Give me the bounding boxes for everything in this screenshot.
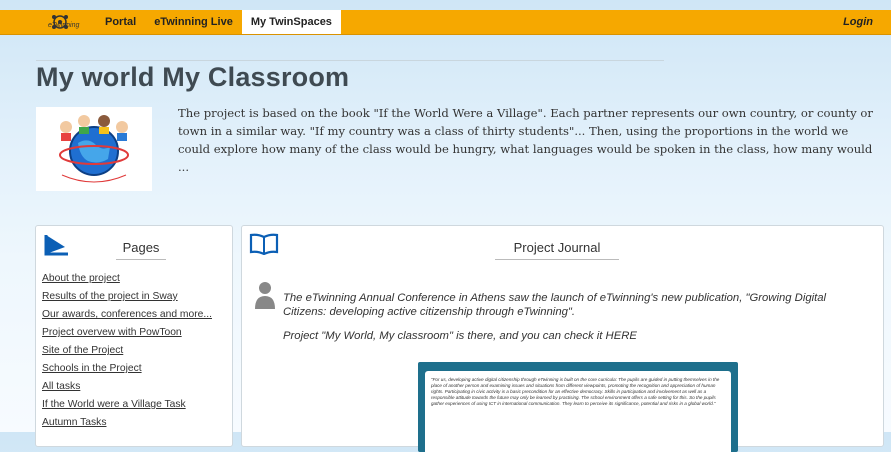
- project-logo-image: [59, 115, 129, 183]
- page-link-schools[interactable]: Schools in the Project: [42, 362, 226, 375]
- user-avatar-icon: [255, 282, 275, 309]
- nav-portal[interactable]: Portal: [96, 10, 145, 34]
- page-link-all-tasks[interactable]: All tasks: [42, 380, 226, 393]
- journal-post-link-text[interactable]: Project "My World, My classroom" is ther…: [283, 330, 637, 342]
- journal-post-image[interactable]: "For us, developing active digital citiz…: [418, 362, 738, 452]
- journal-heading: Project Journal: [495, 240, 619, 260]
- login-link[interactable]: Login: [843, 16, 873, 28]
- journal-post-text: The eTwinning Annual Conference in Athen…: [283, 292, 827, 318]
- pages-icon: [44, 235, 68, 256]
- journal-post-image-quote: "For us, developing active digital citiz…: [425, 371, 731, 452]
- title-divider: [36, 60, 664, 61]
- pages-heading: Pages: [116, 240, 166, 260]
- project-description: The project is based on the book "If the…: [178, 106, 873, 174]
- project-journal-panel: Project Journal The eTwinning Annual Con…: [241, 225, 884, 452]
- page-link-site-of-project[interactable]: Site of the Project: [42, 344, 226, 357]
- page-title: My world My Classroom: [36, 62, 350, 92]
- book-icon: [249, 233, 279, 255]
- page-link-awards-conferences[interactable]: Our awards, conferences and more...: [42, 308, 226, 321]
- page-link-autumn-tasks[interactable]: Autumn Tasks: [42, 416, 226, 429]
- etwinning-logo[interactable]: eTwinning: [30, 10, 90, 34]
- etwinning-logo-text: eTwinning: [48, 22, 80, 29]
- pages-panel: Pages About the project Results of the p…: [35, 225, 233, 447]
- nav-etwinning-live[interactable]: eTwinning Live: [145, 10, 242, 34]
- page-link-about-the-project[interactable]: About the project: [42, 272, 226, 285]
- top-nav-bar: eTwinning Portal eTwinning Live My TwinS…: [0, 10, 891, 35]
- nav-my-twinspaces[interactable]: My TwinSpaces: [241, 10, 341, 34]
- pages-list: About the project Results of the project…: [42, 272, 226, 434]
- project-logo: [36, 107, 152, 191]
- page-link-powtoon-overview[interactable]: Project overvew with PowToon: [42, 326, 226, 339]
- page-link-village-task[interactable]: If the World were a Village Task: [42, 398, 226, 411]
- page-link-results-in-sway[interactable]: Results of the project in Sway: [42, 290, 226, 303]
